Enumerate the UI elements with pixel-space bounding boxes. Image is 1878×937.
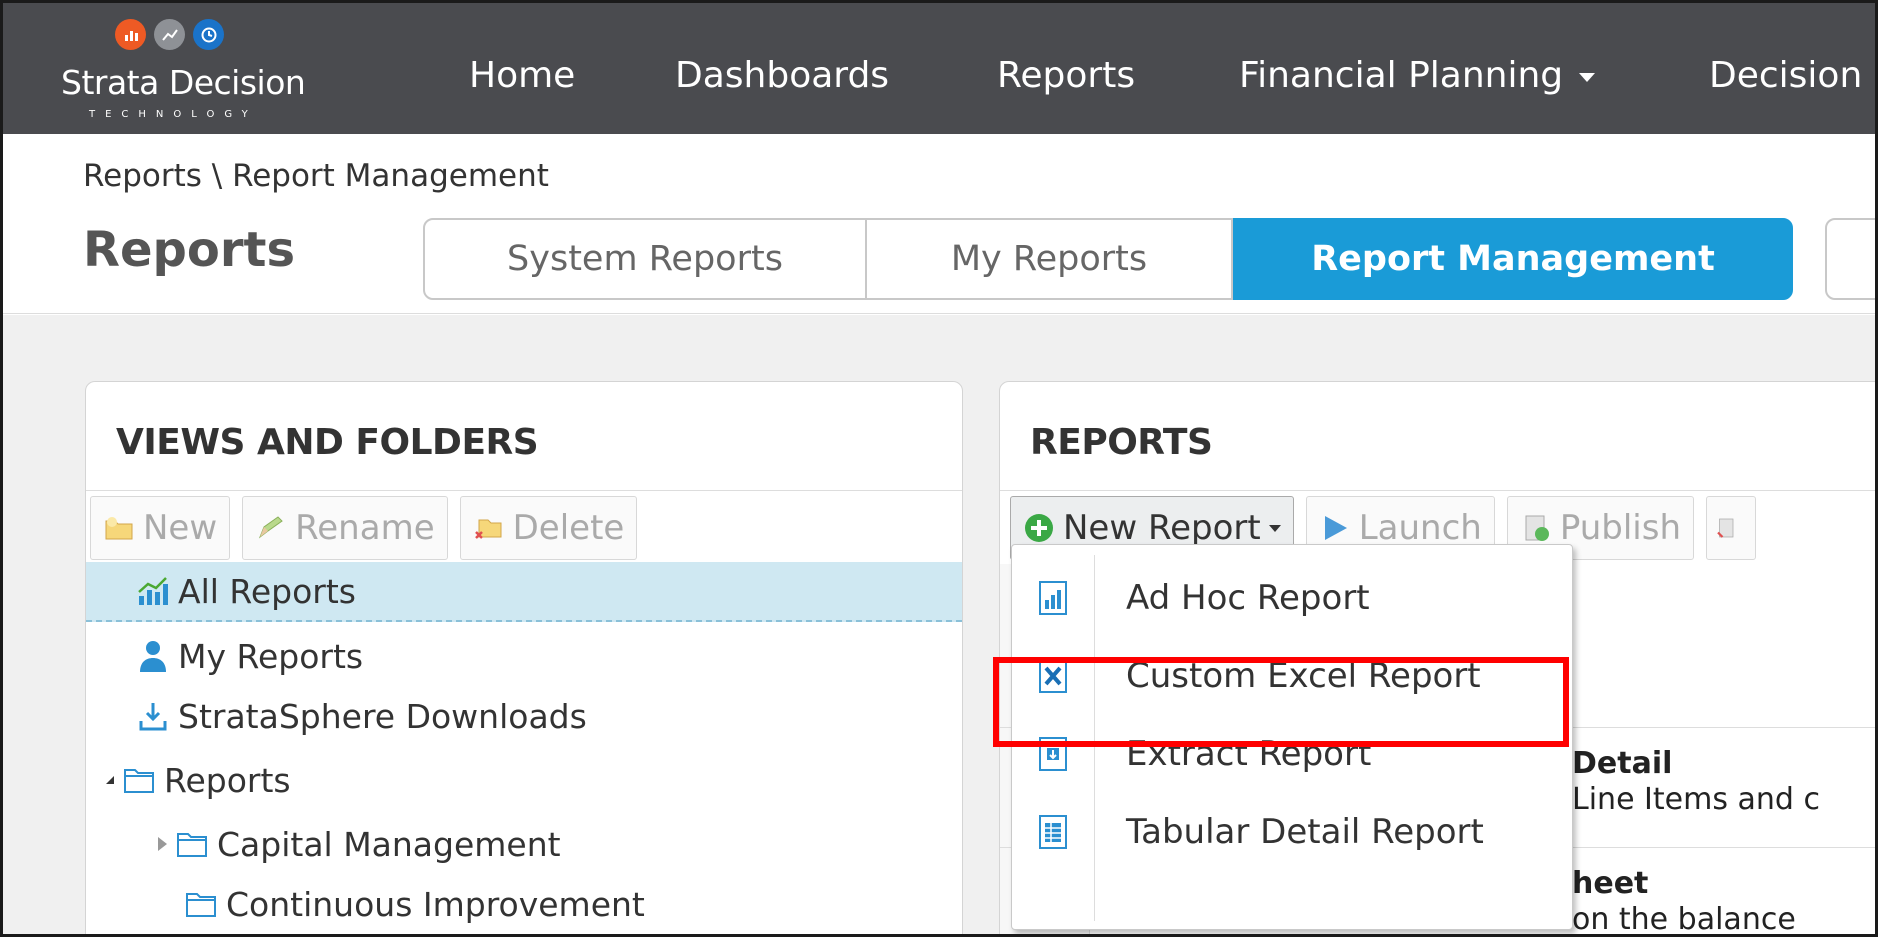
menu-item-tabular-detail-report[interactable]: Tabular Detail Report [1012,793,1572,871]
divider [86,490,962,491]
page-header: Reports \ Report Management Reports Syst… [3,134,1875,314]
tab-report-management[interactable]: Report Management [1233,218,1793,300]
delete-label: Delete [512,508,625,548]
line-chart-icon [154,19,185,50]
new-report-label: New Report [1063,508,1261,548]
views-folders-panel: VIEWS AND FOLDERS New Rename Delete All … [85,381,963,934]
rename-button[interactable]: Rename [242,496,448,560]
logo-circles [115,19,224,50]
new-folder-button[interactable]: New [90,496,231,560]
folder-icon [124,769,154,793]
tree-item-my-reports[interactable]: My Reports [136,626,363,686]
views-panel-title: VIEWS AND FOLDERS [116,422,539,463]
nav-home[interactable]: Home [469,55,575,96]
tree-item-label: All Reports [178,571,356,611]
publish-icon [1525,515,1549,541]
play-icon [1324,516,1347,540]
report-tabs: System Reports My Reports Report Managem… [423,218,1793,300]
divider [1000,490,1875,491]
folder-icon [186,893,216,917]
highlight-box [993,657,1569,747]
table-doc-icon [1039,815,1067,849]
breadcrumb: Reports \ Report Management [83,158,549,194]
report-description: Line Items and c [1572,782,1820,817]
nav-financial-planning[interactable]: Financial Planning [1239,55,1596,96]
views-toolbar: New Rename Delete [90,496,638,562]
app-window: Strata Decision TECHNOLOGY Home Dashboar… [0,0,1878,937]
tree-item-all-reports[interactable]: All Reports [86,562,962,622]
nav-reports[interactable]: Reports [997,55,1135,96]
user-icon [140,641,166,672]
reports-panel-title: REPORTS [1030,422,1213,463]
logo[interactable]: Strata Decision TECHNOLOGY [61,19,341,129]
top-navigation: Strata Decision TECHNOLOGY Home Dashboar… [3,3,1875,134]
tab-overflow[interactable] [1825,218,1875,300]
tree-item-label: Continuous Improvement [226,884,645,924]
tab-system-reports[interactable]: System Reports [423,218,867,300]
report-description: on the balance [1572,902,1796,937]
tree-item-reports-folder[interactable]: Reports [106,750,291,810]
plus-circle-icon [1025,514,1053,542]
report-title: heet [1572,866,1649,901]
expand-closed-icon[interactable] [158,837,167,851]
dropdown-caret-icon [1268,524,1281,532]
page-title: Reports [83,222,296,278]
menu-item-ad-hoc-report[interactable]: Ad Hoc Report [1012,559,1572,637]
delete-button[interactable]: Delete [459,496,638,560]
report-title: Detail [1572,746,1673,781]
pencil-icon [259,516,283,539]
new-folder-icon [105,517,133,540]
tree-item-label: Capital Management [217,824,561,864]
tree-item-capital-management[interactable]: Capital Management [158,814,561,874]
tab-my-reports[interactable]: My Reports [867,218,1233,300]
tree-item-label: Reports [164,760,291,800]
nav-financial-planning-label: Financial Planning [1239,55,1564,96]
clock-icon [193,19,224,50]
rename-label: Rename [295,508,435,548]
launch-label: Launch [1358,508,1482,548]
chevron-down-icon [1579,72,1596,82]
content-area: VIEWS AND FOLDERS New Rename Delete All … [3,315,1875,937]
folder-icon [177,833,207,857]
nav-decision[interactable]: Decision [1709,55,1862,96]
tree-item-stratasphere-downloads[interactable]: StrataSphere Downloads [136,686,587,746]
document-icon [1717,518,1734,538]
delete-folder-icon [474,519,502,539]
new-folder-label: New [143,508,218,548]
brand-tagline: TECHNOLOGY [89,109,258,120]
expand-open-icon[interactable] [106,776,114,784]
chart-doc-icon [1039,581,1067,615]
menu-item-label: Tabular Detail Report [1126,812,1484,852]
tree-item-continuous-improvement[interactable]: Continuous Improvement [184,874,645,934]
download-icon [139,703,167,731]
bar-chart-icon [115,19,146,50]
brand-name: Strata Decision [61,63,306,102]
more-toolbar-button[interactable] [1706,496,1757,560]
nav-dashboards[interactable]: Dashboards [675,55,889,96]
chart-icon [138,577,168,605]
tree-item-label: StrataSphere Downloads [178,696,587,736]
tree-item-label: My Reports [178,636,364,676]
menu-item-label: Ad Hoc Report [1126,578,1370,618]
publish-label: Publish [1559,508,1682,548]
